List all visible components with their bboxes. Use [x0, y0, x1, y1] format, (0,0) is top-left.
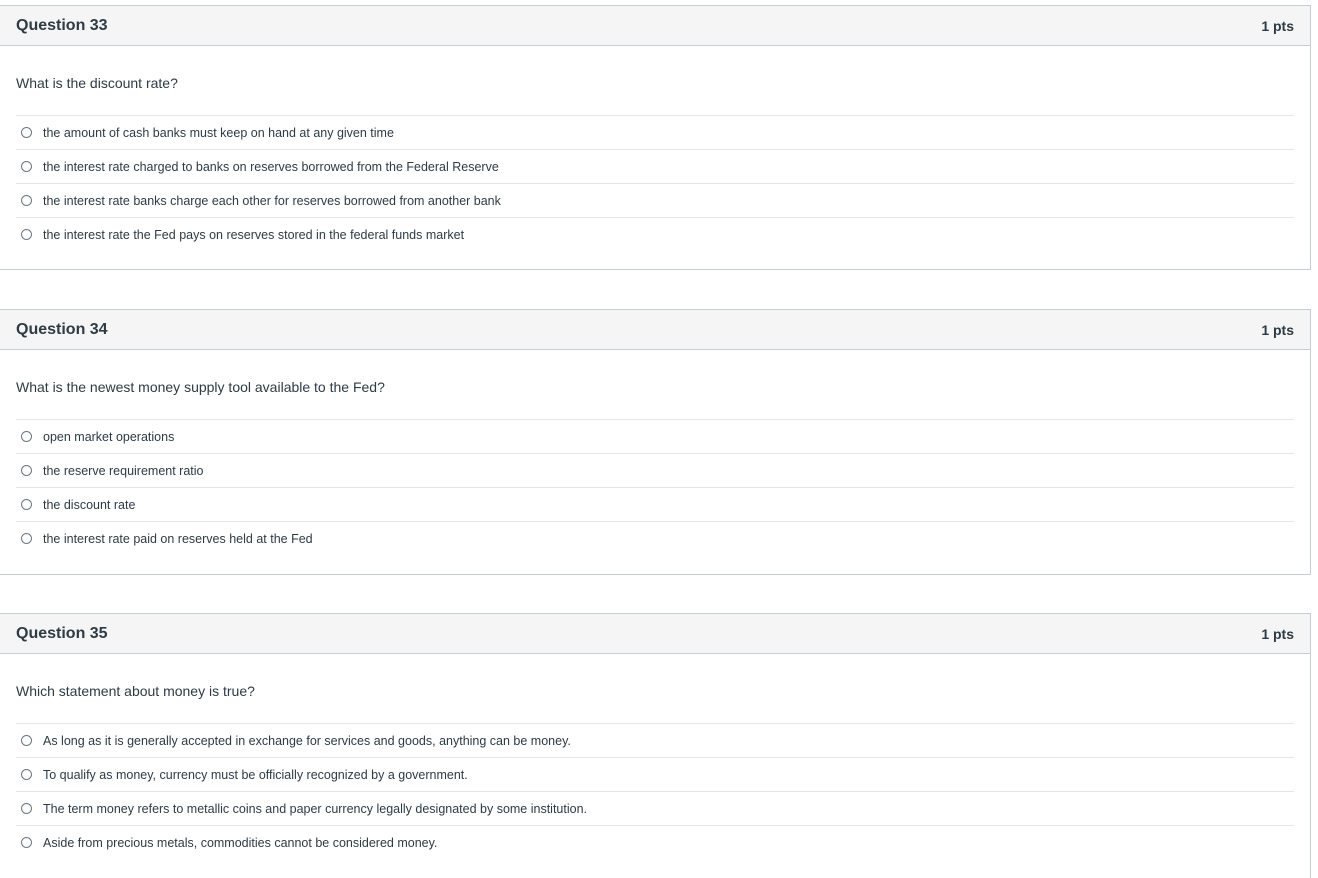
answer-option[interactable]: the amount of cash banks must keep on ha… — [16, 116, 1294, 150]
radio-button[interactable] — [21, 195, 32, 206]
question-header: Question 33 1 pts — [0, 6, 1310, 46]
answer-label: the interest rate paid on reserves held … — [43, 531, 313, 546]
question-points: 1 pts — [1261, 321, 1294, 338]
answer-label: The term money refers to metallic coins … — [43, 801, 588, 816]
radio-button[interactable] — [21, 465, 32, 476]
question-35: Question 35 1 pts Which statement about … — [0, 613, 1311, 878]
answer-label: To qualify as money, currency must be of… — [43, 767, 468, 782]
answer-option[interactable]: open market operations — [16, 420, 1294, 454]
answer-option[interactable]: the reserve requirement ratio — [16, 454, 1294, 488]
question-title: Question 33 — [16, 16, 108, 34]
answer-option[interactable]: the interest rate the Fed pays on reserv… — [16, 218, 1294, 251]
answer-label: the amount of cash banks must keep on ha… — [43, 125, 394, 140]
answer-option[interactable]: the interest rate charged to banks on re… — [16, 150, 1294, 184]
answer-label: the interest rate charged to banks on re… — [43, 159, 499, 174]
radio-button[interactable] — [21, 837, 32, 848]
radio-button[interactable] — [21, 735, 32, 746]
answer-label: the interest rate banks charge each othe… — [43, 193, 501, 208]
answer-list: As long as it is generally accepted in e… — [16, 724, 1294, 859]
radio-button[interactable] — [21, 127, 32, 138]
question-text: What is the newest money supply tool ava… — [16, 350, 1294, 420]
radio-button[interactable] — [21, 533, 32, 544]
answer-label: the discount rate — [43, 497, 136, 512]
answer-label: open market operations — [43, 429, 175, 444]
radio-button[interactable] — [21, 499, 32, 510]
answer-option[interactable]: the discount rate — [16, 488, 1294, 522]
answer-option[interactable]: the interest rate banks charge each othe… — [16, 184, 1294, 218]
question-header: Question 34 1 pts — [0, 310, 1310, 350]
question-header: Question 35 1 pts — [0, 614, 1310, 654]
answer-option[interactable]: To qualify as money, currency must be of… — [16, 758, 1294, 792]
question-text: What is the discount rate? — [16, 46, 1294, 116]
question-title: Question 35 — [16, 624, 108, 642]
answer-list: open market operations the reserve requi… — [16, 420, 1294, 555]
question-body: Which statement about money is true? As … — [0, 654, 1310, 859]
question-34: Question 34 1 pts What is the newest mon… — [0, 309, 1311, 575]
answer-label: Aside from precious metals, commodities … — [43, 835, 438, 850]
answer-label: the interest rate the Fed pays on reserv… — [43, 227, 465, 242]
radio-button[interactable] — [21, 431, 32, 442]
radio-button[interactable] — [21, 229, 32, 240]
question-points: 1 pts — [1261, 625, 1294, 642]
answer-option[interactable]: Aside from precious metals, commodities … — [16, 826, 1294, 859]
answer-label: the reserve requirement ratio — [43, 463, 204, 478]
question-body: What is the discount rate? the amount of… — [0, 46, 1310, 251]
question-text: Which statement about money is true? — [16, 654, 1294, 724]
question-33: Question 33 1 pts What is the discount r… — [0, 5, 1311, 270]
question-title: Question 34 — [16, 320, 108, 338]
answer-option[interactable]: the interest rate paid on reserves held … — [16, 522, 1294, 555]
answer-list: the amount of cash banks must keep on ha… — [16, 116, 1294, 251]
answer-option[interactable]: As long as it is generally accepted in e… — [16, 724, 1294, 758]
radio-button[interactable] — [21, 769, 32, 780]
question-points: 1 pts — [1261, 17, 1294, 34]
radio-button[interactable] — [21, 161, 32, 172]
answer-label: As long as it is generally accepted in e… — [43, 733, 571, 748]
question-body: What is the newest money supply tool ava… — [0, 350, 1310, 555]
answer-option[interactable]: The term money refers to metallic coins … — [16, 792, 1294, 826]
radio-button[interactable] — [21, 803, 32, 814]
